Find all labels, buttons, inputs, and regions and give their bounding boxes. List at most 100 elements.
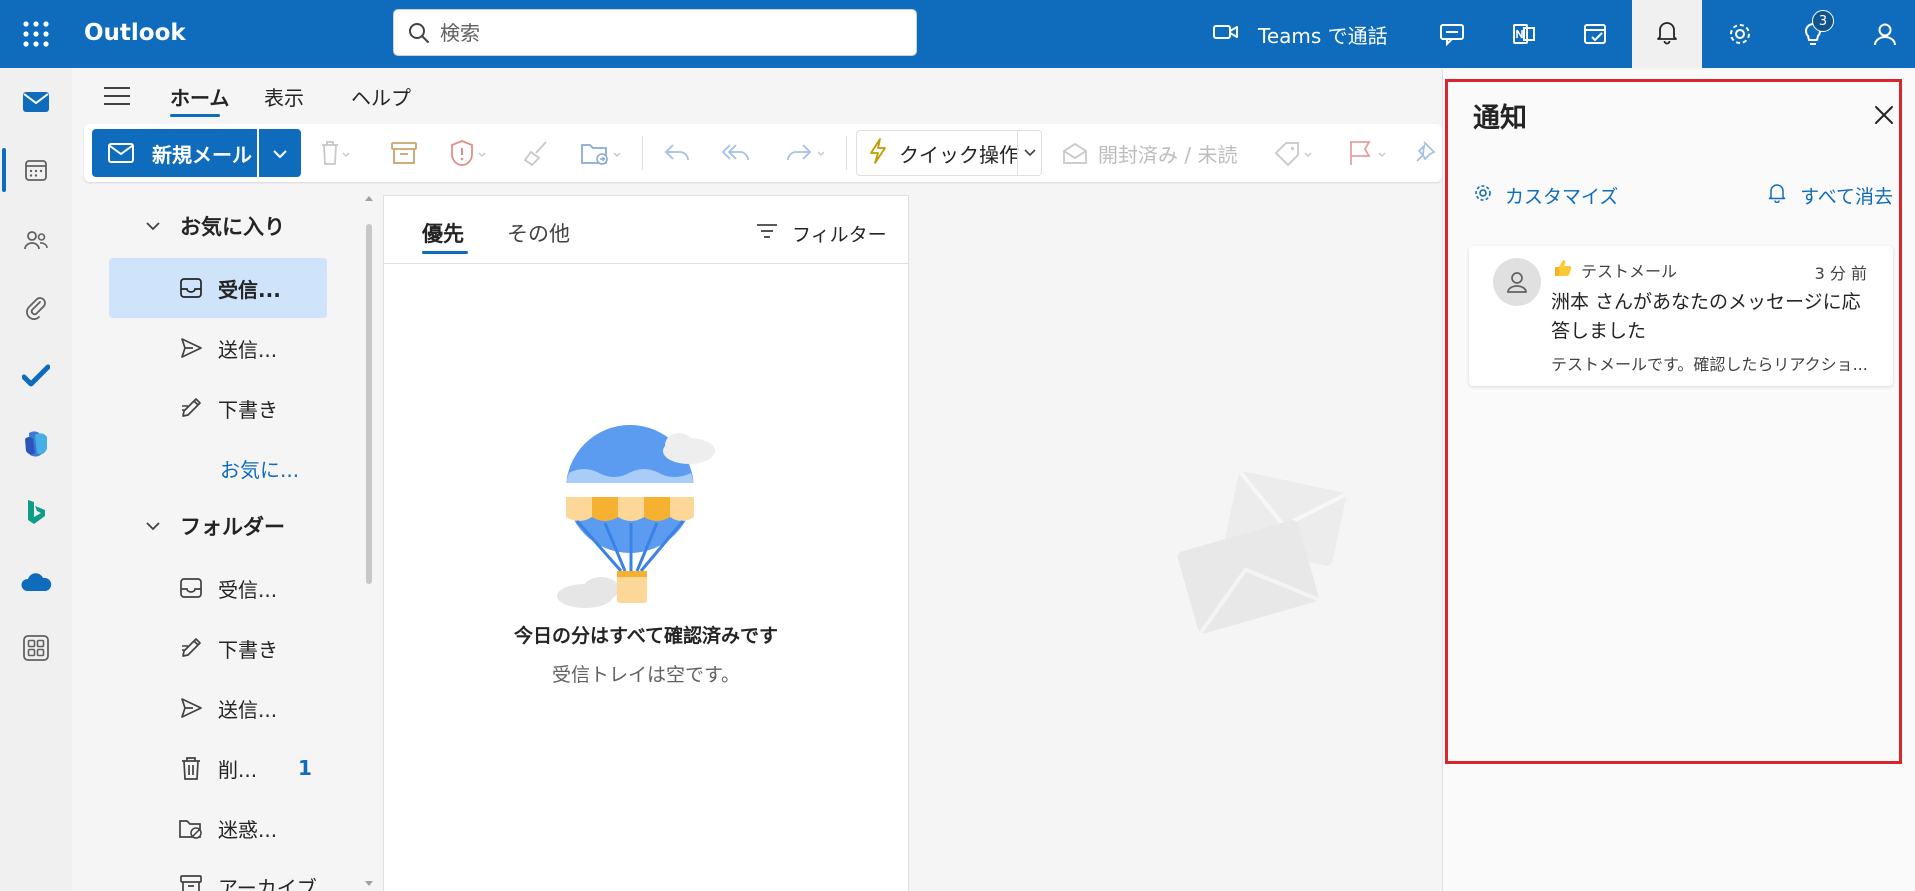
empty-state-subtitle: 受信トレイは空です。: [551, 664, 741, 686]
archive-button[interactable]: [390, 138, 418, 168]
search-input[interactable]: [440, 16, 900, 50]
new-mail-button[interactable]: 新規メール: [92, 129, 257, 177]
calendar-icon[interactable]: [18, 152, 54, 188]
tag-icon: [1274, 142, 1312, 167]
hot-air-balloon-illustration: [549, 421, 749, 611]
pin-button[interactable]: [1414, 138, 1440, 168]
search-box[interactable]: [393, 9, 917, 56]
folders-header[interactable]: フォルダー: [140, 496, 285, 556]
broom-icon: [523, 141, 547, 167]
notifications-button[interactable]: [1632, 0, 1702, 68]
flag-button[interactable]: [1346, 138, 1390, 168]
archive-icon: [178, 872, 204, 891]
notification-subject-row: テストメール: [1553, 258, 1677, 282]
close-icon[interactable]: [1871, 102, 1897, 128]
notifications-title: 通知: [1473, 103, 1527, 134]
avatar: [1493, 258, 1541, 306]
chevron-down-icon[interactable]: [1017, 131, 1041, 175]
favorite-sent[interactable]: 送信...: [178, 318, 277, 378]
tab-help[interactable]: ヘルプ: [351, 82, 411, 111]
quick-steps-button[interactable]: クイック操作: [856, 130, 1042, 176]
lightning-icon: [867, 137, 889, 170]
report-button[interactable]: [448, 138, 488, 168]
todo-calendar-icon[interactable]: [1578, 17, 1612, 51]
more-apps-icon[interactable]: [18, 630, 54, 666]
filter-button[interactable]: フィルター: [756, 220, 887, 247]
favorite-drafts-label: 下書き: [218, 397, 278, 422]
pin-icon: [1416, 141, 1436, 162]
people-icon[interactable]: [18, 222, 54, 258]
folder-inbox-label: 受信...: [218, 577, 278, 602]
video-camera-icon: [1212, 22, 1240, 47]
scrollbar-thumb[interactable]: [366, 224, 372, 584]
teams-call-button[interactable]: Teams で通話: [1212, 14, 1388, 54]
favorite-drafts[interactable]: 下書き: [178, 378, 278, 438]
tab-active-indicator: [422, 251, 468, 254]
microsoft365-icon[interactable]: [18, 426, 54, 462]
tab-home[interactable]: ホーム: [170, 82, 229, 111]
folder-archive-label: アーカイブ: [218, 876, 317, 891]
hamburger-menu-icon[interactable]: [104, 86, 130, 106]
tab-focused[interactable]: 優先: [422, 218, 464, 248]
bing-icon[interactable]: [18, 494, 54, 530]
settings-gear-icon[interactable]: [1723, 17, 1757, 51]
app-name[interactable]: Outlook: [84, 20, 186, 46]
teams-call-label: Teams で通話: [1258, 23, 1388, 48]
onedrive-icon[interactable]: [18, 564, 54, 600]
mail-icon[interactable]: [18, 84, 54, 120]
draft-icon: [178, 395, 204, 421]
tab-view[interactable]: 表示: [264, 82, 304, 111]
envelope-open-icon: [1063, 142, 1087, 164]
read-unread-button[interactable]: 開封済み / 未読: [1062, 138, 1237, 168]
customize-label: カスタマイズ: [1505, 186, 1619, 208]
notification-preview: テストメールです。確認したらリアクショ...: [1551, 355, 1868, 374]
sweep-button[interactable]: [522, 138, 552, 168]
folder-archive[interactable]: アーカイブ: [178, 858, 317, 891]
add-favorite-link[interactable]: お気に...: [220, 438, 299, 498]
reply-all-icon: [721, 144, 749, 161]
onenote-icon[interactable]: [1507, 17, 1541, 51]
trash-icon: [178, 755, 204, 781]
todo-check-icon[interactable]: [18, 358, 54, 394]
reply-button[interactable]: [662, 138, 692, 168]
tab-other[interactable]: その他: [507, 218, 570, 248]
tag-button[interactable]: [1272, 138, 1316, 168]
bell-icon: [1654, 19, 1680, 49]
folder-deleted-label: 削...: [218, 757, 258, 782]
toolbar-divider: [642, 136, 643, 170]
mail-outline-icon: [108, 143, 134, 163]
app-launcher-icon[interactable]: [20, 18, 52, 50]
folders-header-label: フォルダー: [180, 515, 285, 539]
reply-all-button[interactable]: [720, 138, 752, 168]
notification-message: 洲本 さんがあなたのメッセージに応答しました: [1551, 291, 1861, 342]
favorites-header[interactable]: お気に入り: [140, 196, 285, 256]
filter-label: フィルター: [792, 224, 887, 246]
reply-icon: [664, 144, 689, 161]
folder-junk-label: 迷惑...: [218, 817, 278, 842]
customize-button[interactable]: カスタマイズ: [1473, 182, 1618, 209]
delete-button[interactable]: [318, 138, 352, 168]
folder-sent[interactable]: 送信...: [178, 678, 277, 738]
new-mail-label: 新規メール: [152, 142, 252, 167]
search-icon: [408, 22, 430, 44]
attachment-icon[interactable]: [18, 290, 54, 326]
envelopes-illustration: [1170, 450, 1370, 650]
clear-all-button[interactable]: すべて消去: [1768, 182, 1893, 209]
move-to-button[interactable]: [580, 138, 624, 168]
forward-button[interactable]: [784, 138, 828, 168]
folder-junk[interactable]: 迷惑...: [178, 798, 277, 858]
folder-drafts[interactable]: 下書き: [178, 618, 278, 678]
chevron-down-icon: [140, 213, 166, 239]
chat-icon[interactable]: [1435, 17, 1469, 51]
notification-card[interactable]: テストメール 3 分 前 洲本 さんがあなたのメッセージに応答しました テストメ…: [1469, 246, 1893, 386]
new-mail-dropdown[interactable]: [259, 129, 301, 177]
inbox-icon: [178, 275, 204, 301]
folder-scrollbar[interactable]: [364, 192, 374, 891]
ribbon-toolbar: 新規メール クイック操作 開封済み / 未読: [84, 124, 1442, 182]
thumbs-up-icon: [1553, 258, 1573, 282]
favorite-inbox[interactable]: 受信...: [178, 258, 281, 318]
folder-inbox[interactable]: 受信...: [178, 558, 277, 618]
account-icon[interactable]: [1868, 17, 1902, 51]
inbox-icon: [178, 575, 204, 601]
folder-deleted[interactable]: 削... 1: [178, 738, 312, 798]
